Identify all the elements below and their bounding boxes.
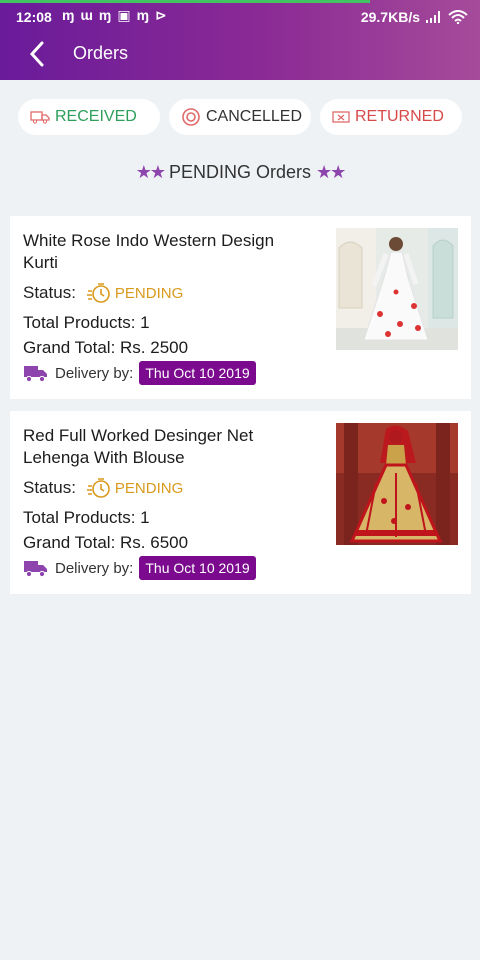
filter-received-button[interactable]: RECEIVED [18,99,160,135]
filter-returned-label: RETURNED [355,108,444,125]
status-right: 29.7KB/s [361,9,468,25]
status-bar: 12:08 ɱ ɯ ɱ ▣ ɱ ⊳ 29.7KB/s [0,4,480,30]
status-row: Status: PENDING [23,477,183,499]
delivery-date-badge: Thu Oct 10 2019 [139,556,256,580]
delivery-truck-icon [24,366,47,383]
status-value: PENDING [114,479,184,497]
app-m-icon: ɱ [136,7,150,23]
product-image[interactable] [336,228,458,350]
grand-total: Grand Total: Rs. 6500 [23,533,189,552]
page-title: Orders [73,43,129,63]
net-speed: 29.7KB/s [360,9,420,25]
filter-cancelled-button[interactable]: CANCELLED [169,99,311,135]
app-m-icon: ɱ [98,7,112,23]
star-icon: ★★ [135,162,166,182]
delivery-label: Delivery by: [55,559,134,577]
order-card[interactable]: White Rose Indo Western Design Kurti Sta… [10,216,471,399]
status-label: Status: [23,283,76,302]
filter-cancelled-label: CANCELLED [206,108,303,125]
status-label: Status: [23,478,76,497]
signal-icon [426,11,440,23]
app-bar: 12:08 ɱ ɯ ɱ ▣ ɱ ⊳ 29.7KB/s Orders [0,0,480,80]
star-icon: ★★ [316,162,346,182]
delivery-truck-icon [24,561,47,578]
app-m-icon: ɱ [62,7,75,23]
loading-bar [0,0,370,3]
total-products: Total Products: 1 [23,508,150,527]
toolbar: Orders [0,30,480,80]
product-name: White Rose Indo Western Design Kurti [23,231,275,272]
play-icon: ⊳ [155,7,167,23]
product-image[interactable] [336,423,458,545]
cancel-circle-icon [182,108,200,126]
pending-clock-icon [86,478,110,498]
grand-total: Grand Total: Rs. 2500 [23,338,189,357]
notification-icons: ɱ ɯ ɱ ▣ ɱ ⊳ [62,7,167,24]
delivery-row: Delivery by: Thu Oct 10 2019 [23,556,256,580]
clock: 12:08 [16,9,52,25]
section-title-text: PENDING Orders [168,162,312,182]
app-w-icon: ɯ [80,7,93,23]
delivery-date-badge: Thu Oct 10 2019 [139,361,256,385]
product-name: Red Full Worked Desinger Net Lehenga Wit… [23,426,254,467]
filter-received-label: RECEIVED [55,108,137,125]
filter-returned-button[interactable]: RETURNED [320,99,462,135]
status-row: Status: PENDING [23,282,183,304]
back-arrow-icon[interactable] [24,39,52,69]
pending-clock-icon [86,283,110,303]
truck-outline-icon [30,111,50,124]
status-value: PENDING [114,284,184,302]
return-box-icon [332,111,350,123]
total-products: Total Products: 1 [23,313,150,332]
order-card[interactable]: Red Full Worked Desinger Net Lehenga Wit… [10,411,471,594]
section-heading: ★★ PENDING Orders ★★ [0,162,480,183]
gallery-icon: ▣ [117,7,131,23]
wifi-icon [448,10,468,24]
delivery-label: Delivery by: [55,364,134,382]
delivery-row: Delivery by: Thu Oct 10 2019 [23,361,256,385]
order-filter-bar: RECEIVED CANCELLED RETURNED [0,99,480,135]
